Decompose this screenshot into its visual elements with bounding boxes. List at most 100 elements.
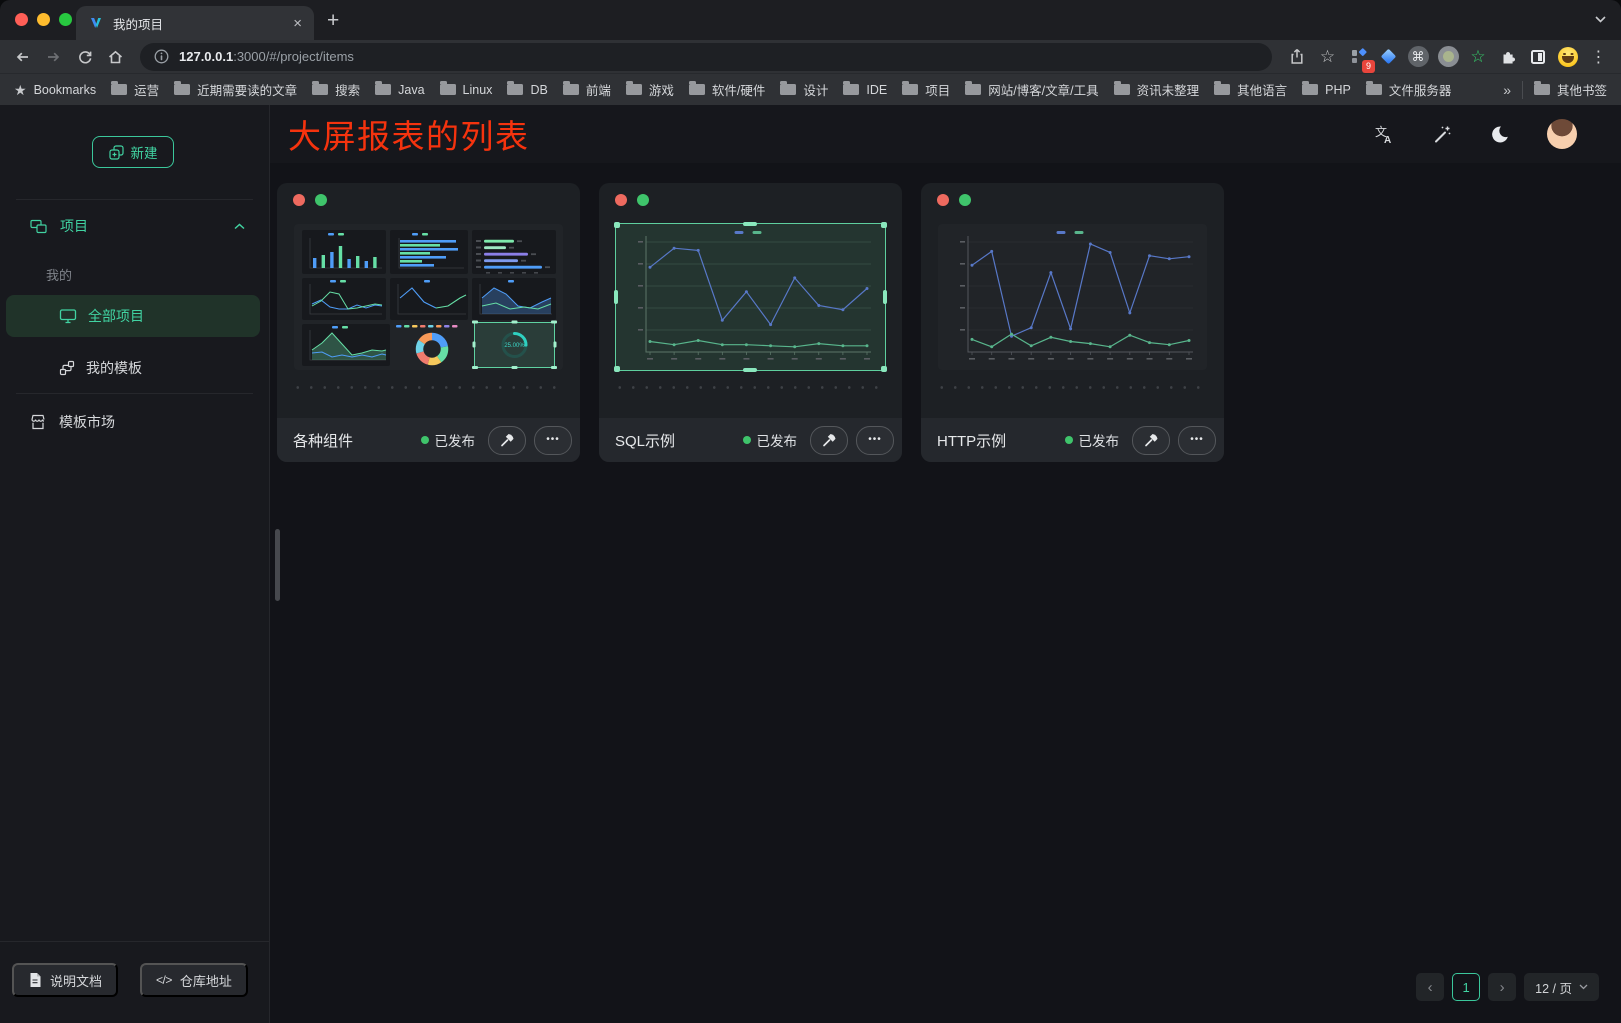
back-button[interactable]: [8, 43, 37, 71]
close-window-button[interactable]: [15, 13, 28, 26]
bookmark-folder[interactable]: Linux: [440, 83, 493, 97]
publish-status: 已发布: [743, 430, 798, 450]
tab-search-chevron-icon[interactable]: [1595, 16, 1606, 23]
browser-window: 我的项目 × + 127.0.0.1:3000/#/project/items: [0, 0, 1621, 1023]
browser-menu-icon[interactable]: ⋮: [1584, 43, 1613, 71]
selection-handle[interactable]: [614, 290, 618, 304]
minimize-window-button[interactable]: [37, 13, 50, 26]
selection-handle[interactable]: [883, 290, 887, 304]
address-bar[interactable]: 127.0.0.1:3000/#/project/items: [140, 43, 1272, 71]
share-icon[interactable]: [1282, 43, 1311, 71]
prev-page-button[interactable]: ‹: [1416, 973, 1444, 1001]
more-actions-button[interactable]: •••: [1178, 426, 1216, 455]
ellipsis-icon: •••: [868, 435, 882, 445]
sidebar-item-template-market[interactable]: 模板市场: [0, 402, 269, 442]
project-card[interactable]: 25.00% 各种组件 已发布: [277, 183, 580, 462]
new-tab-button[interactable]: +: [327, 9, 339, 33]
bookmark-folder[interactable]: PHP: [1302, 83, 1351, 97]
svg-text:A: A: [1384, 135, 1391, 144]
selection-handle[interactable]: [881, 366, 887, 372]
chevron-up-icon[interactable]: [234, 223, 245, 230]
other-bookmarks-folder[interactable]: 其他书签: [1534, 80, 1607, 99]
command-extension-icon[interactable]: ⌘: [1404, 43, 1432, 71]
selection-handle[interactable]: [743, 368, 757, 372]
bookmark-folder[interactable]: 近期需要读的文章: [174, 80, 297, 99]
next-page-button[interactable]: ›: [1488, 973, 1516, 1001]
browser-tab[interactable]: 我的项目 ×: [76, 6, 314, 40]
more-actions-button[interactable]: •••: [856, 426, 894, 455]
selection-handle[interactable]: [614, 222, 620, 228]
folder-icon: [312, 84, 328, 95]
hammer-icon: [821, 432, 837, 448]
project-card[interactable]: SQL示例 已发布 •••: [599, 183, 902, 462]
bookmark-folder[interactable]: 运营: [111, 80, 159, 99]
new-project-button[interactable]: 新建: [92, 136, 174, 168]
bookmark-folder[interactable]: 其他语言: [1214, 80, 1287, 99]
bookmark-folder[interactable]: 项目: [902, 80, 950, 99]
bookmark-folder-label: Java: [398, 83, 424, 97]
page-size-select[interactable]: 12 / 页: [1524, 973, 1599, 1001]
sidebar-item-my-templates[interactable]: 我的模板: [6, 347, 260, 389]
bookmark-folder[interactable]: 游戏: [626, 80, 674, 99]
green-star-extension-icon[interactable]: ☆: [1464, 43, 1492, 71]
bookmarks-overflow-chevron[interactable]: »: [1503, 82, 1511, 98]
bookmark-folder[interactable]: 前端: [563, 80, 611, 99]
site-info-icon[interactable]: [154, 49, 169, 64]
star-icon: ★: [14, 83, 27, 97]
bookmark-folder[interactable]: 网站/博客/文章/工具: [965, 80, 1098, 99]
record-extension-icon[interactable]: [1434, 43, 1462, 71]
reader-mode-extension-icon[interactable]: [1524, 43, 1552, 71]
reload-button[interactable]: [70, 43, 99, 71]
selection-handle[interactable]: [743, 222, 757, 226]
zoom-window-button[interactable]: [59, 13, 72, 26]
translate-icon[interactable]: 文 A: [1374, 124, 1394, 144]
edit-project-button[interactable]: [1132, 426, 1170, 455]
bookmark-folder-label: 游戏: [649, 80, 674, 99]
project-name: SQL示例: [615, 430, 735, 451]
bookmark-folder[interactable]: 搜索: [312, 80, 360, 99]
sidebar-section-project[interactable]: 项目: [0, 207, 269, 245]
bookmark-folder[interactable]: IDE: [843, 83, 887, 97]
user-avatar[interactable]: [1547, 119, 1577, 149]
gem-extension-icon[interactable]: [1374, 43, 1402, 71]
folder-icon: [1214, 84, 1230, 95]
current-page-button[interactable]: 1: [1452, 973, 1480, 1001]
bookmark-folder[interactable]: 资讯未整理: [1114, 80, 1200, 99]
dotted-divider: [291, 386, 566, 389]
close-tab-icon[interactable]: ×: [293, 16, 302, 31]
more-actions-button[interactable]: •••: [534, 426, 572, 455]
dark-mode-moon-icon[interactable]: [1490, 125, 1509, 144]
bookmark-folder[interactable]: 软件/硬件: [689, 80, 765, 99]
edit-project-button[interactable]: [810, 426, 848, 455]
forward-button[interactable]: [39, 43, 68, 71]
hammer-icon: [499, 432, 515, 448]
docs-button[interactable]: 说明文档: [12, 963, 118, 997]
bookmark-star-icon[interactable]: ☆: [1313, 43, 1342, 71]
emoji-extension-icon[interactable]: [1554, 43, 1582, 71]
project-card[interactable]: HTTP示例 已发布 •••: [921, 183, 1224, 462]
sidebar-item-all-projects[interactable]: 全部项目: [6, 295, 260, 337]
selection-handle[interactable]: [881, 222, 887, 228]
folder-icon: [507, 84, 523, 95]
magic-wand-icon[interactable]: [1432, 124, 1452, 144]
publish-status: 已发布: [421, 430, 476, 450]
project-thumbnail[interactable]: [938, 224, 1207, 370]
bookmark-folder[interactable]: DB: [507, 83, 547, 97]
browser-toolbar: 127.0.0.1:3000/#/project/items ☆ 9 ⌘ ☆ ⋮: [0, 40, 1621, 73]
project-thumbnail[interactable]: 25.00%: [294, 224, 563, 370]
folder-icon: [1114, 84, 1130, 95]
scrollbar-thumb[interactable]: [275, 529, 280, 601]
bookmark-folder[interactable]: Java: [375, 83, 424, 97]
repo-button[interactable]: </> 仓库地址: [140, 963, 248, 997]
edit-project-button[interactable]: [488, 426, 526, 455]
bookmarks-manager[interactable]: ★ Bookmarks: [14, 83, 96, 97]
puzzle-extensions-icon[interactable]: [1494, 43, 1522, 71]
bookmark-folder[interactable]: 设计: [780, 80, 828, 99]
extension-grid-icon[interactable]: 9: [1344, 43, 1372, 71]
dotted-divider: [613, 386, 888, 389]
hammer-icon: [1143, 432, 1159, 448]
home-button[interactable]: [101, 43, 130, 71]
bookmark-folder[interactable]: 文件服务器: [1366, 80, 1452, 99]
project-thumbnail-selected[interactable]: [616, 224, 885, 370]
selection-handle[interactable]: [614, 366, 620, 372]
